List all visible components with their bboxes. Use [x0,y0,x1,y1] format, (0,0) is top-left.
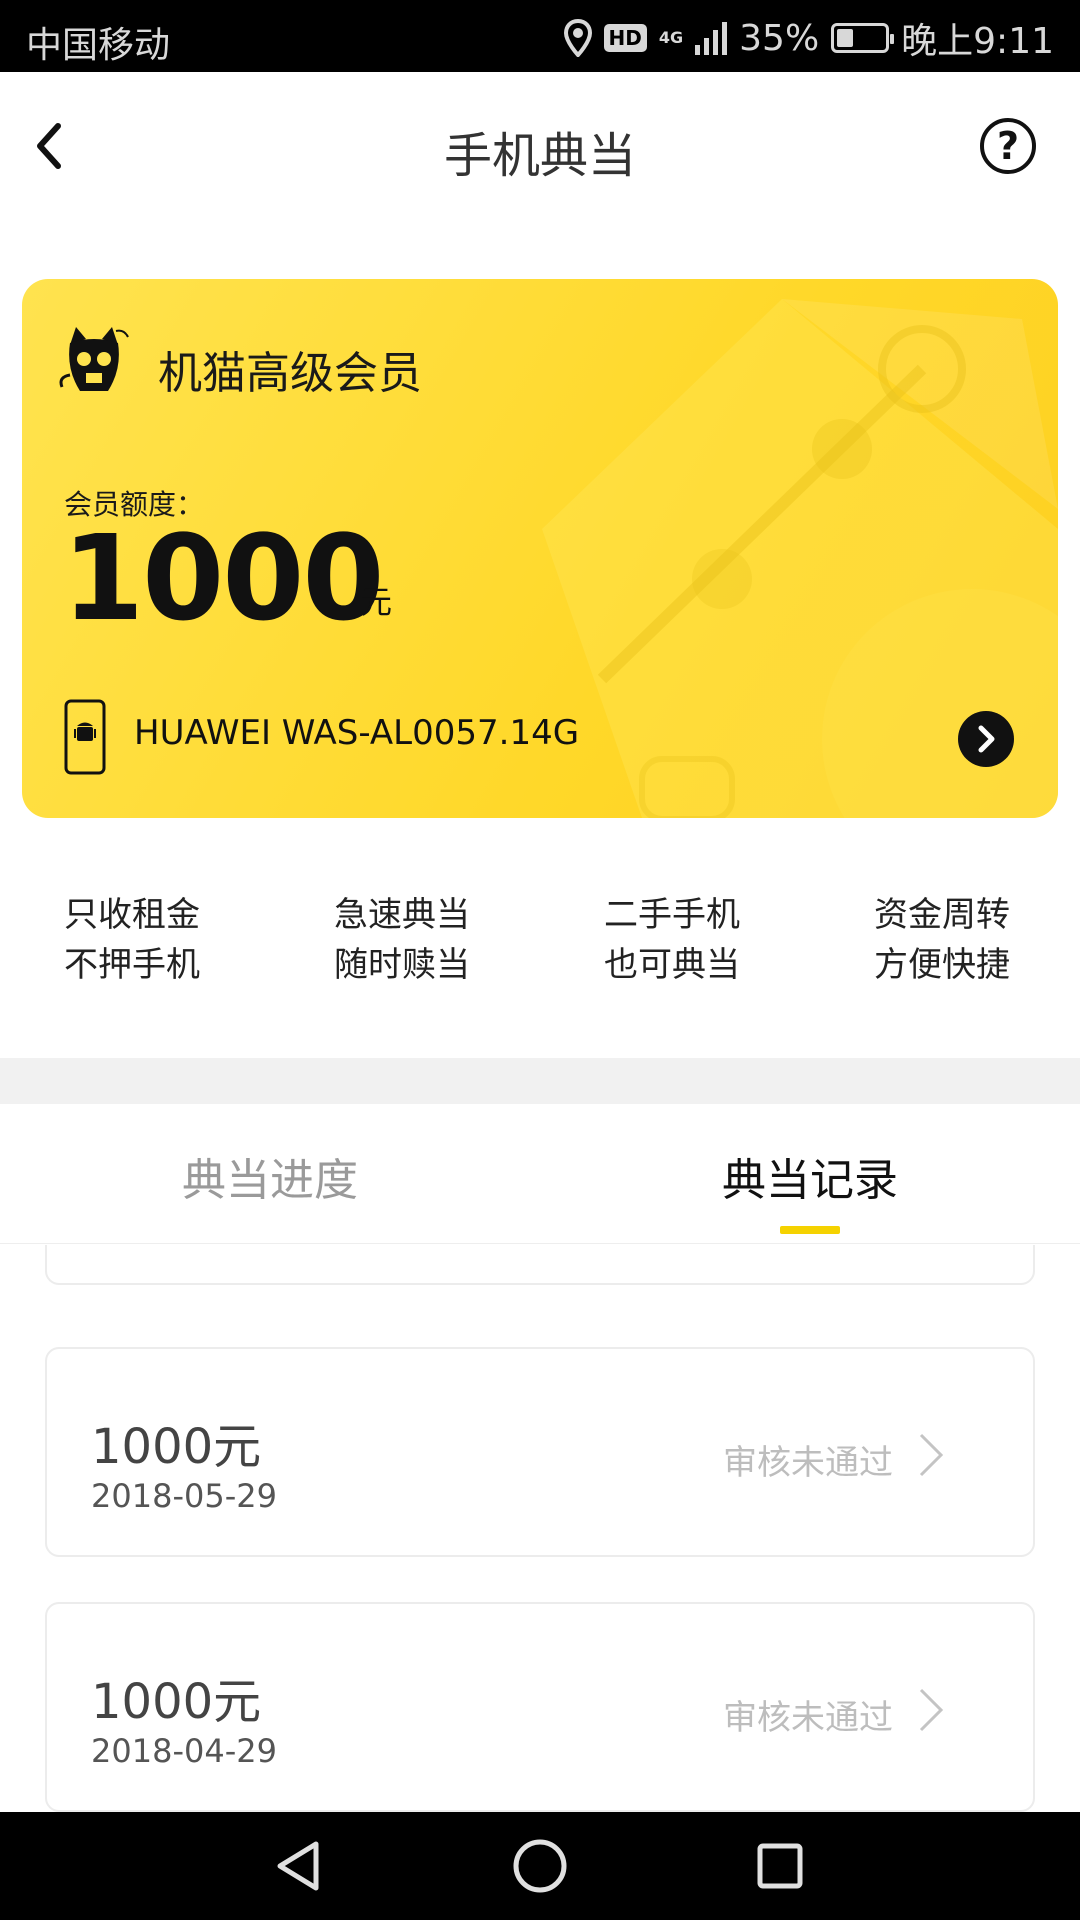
status-bar: 中国移动 HD 4G 35% 晚上9:11 [0,0,1080,72]
chevron-right-icon [919,1433,944,1477]
list-item[interactable] [45,1245,1035,1285]
record-status: 审核未通过 [723,1698,893,1738]
nav-home-button[interactable] [510,1836,570,1896]
feature-line-2: 方便快捷 [874,945,1010,985]
feature-item: 资金周转 方便快捷 [874,890,1074,990]
record-date: 2018-05-29 [91,1477,277,1515]
header: 手机典当 ? [0,72,1080,222]
active-tab-indicator [780,1226,840,1234]
section-divider [0,1058,1080,1104]
android-phone-icon [64,699,106,775]
record-amount: 1000元 [91,1419,262,1475]
help-button[interactable]: ? [980,118,1036,174]
record-status: 审核未通过 [723,1443,893,1483]
quota-value: 1000 [62,509,384,647]
chevron-right-circle-icon [978,725,995,753]
network-type: 4G [658,28,684,47]
feature-line-2: 随时赎当 [334,945,470,985]
record-amount: 1000元 [91,1674,262,1730]
list-item[interactable]: 1000元 2018-04-29 审核未通过 [45,1602,1035,1812]
feature-line-2: 也可典当 [604,945,740,985]
chevron-right-icon [919,1688,944,1732]
square-recents-icon [757,1843,803,1889]
battery-fill [837,29,854,47]
device-detail-button[interactable] [958,711,1014,767]
signal-icon [695,22,728,55]
system-nav-bar [0,1812,1080,1920]
record-tabs: 典当进度 典当记录 [0,1104,1080,1244]
tab-pawn-progress[interactable]: 典当进度 [0,1144,540,1208]
feature-item: 二手手机 也可典当 [604,890,804,990]
feature-line-1: 二手手机 [604,895,740,935]
cat-logo-icon [59,327,129,391]
nav-recents-button[interactable] [750,1836,810,1896]
battery-percent: 35% [739,17,820,59]
record-list[interactable]: 1000元 2018-05-29 审核未通过 1000元 2018-04-29 … [0,1245,1080,1812]
record-date: 2018-04-29 [91,1732,277,1770]
circle-home-icon [513,1839,567,1893]
member-level-title: 机猫高级会员 [158,348,422,399]
device-name: HUAWEI WAS-AL0057.14G [134,713,580,753]
hd-badge: HD [603,24,647,52]
quota-unit: 元 [360,583,393,621]
feature-line-2: 不押手机 [64,945,200,985]
page-title: 手机典当 [443,128,636,184]
carrier-name: 中国移动 [26,25,171,66]
tab-pawn-records[interactable]: 典当记录 [540,1144,1080,1208]
screen: 中国移动 HD 4G 35% 晚上9:11 手机典当 ? 机猫高级会员 会员额度… [0,0,1080,1920]
triangle-back-icon [277,1841,319,1891]
feature-line-1: 资金周转 [874,895,1010,935]
feature-highlights: 只收租金 不押手机 急速典当 随时赎当 二手手机 也可典当 资金周转 方便快捷 [0,890,1080,1000]
feature-line-1: 只收租金 [64,895,200,935]
nav-back-button[interactable] [270,1836,330,1896]
feature-item: 急速典当 随时赎当 [334,890,534,990]
help-circle-icon: ? [996,124,1020,168]
battery-icon [831,23,895,53]
feature-line-1: 急速典当 [334,895,470,935]
member-card: 机猫高级会员 会员额度： 1000 元 HUAWEI WAS-AL0057.14… [22,279,1058,818]
status-icons: HD 4G 35% 晚上9:11 [563,12,1054,64]
list-item[interactable]: 1000元 2018-05-29 审核未通过 [45,1347,1035,1557]
feature-item: 只收租金 不押手机 [64,890,264,990]
location-icon [563,19,592,57]
clock: 晚上9:11 [901,21,1054,62]
